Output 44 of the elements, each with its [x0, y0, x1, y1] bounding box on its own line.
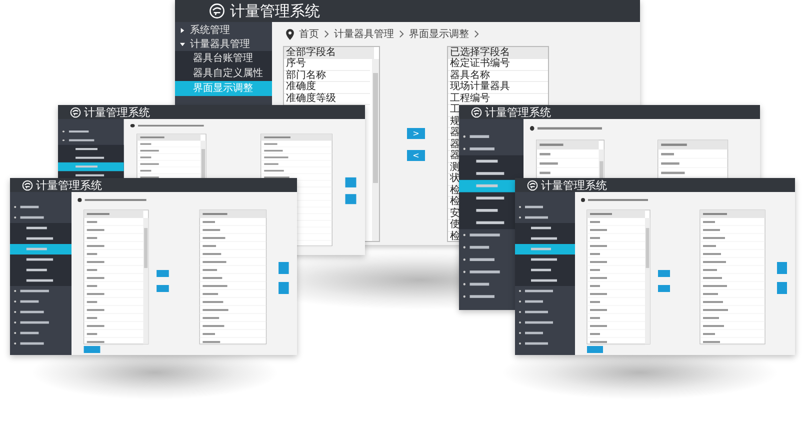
logo-icon — [471, 106, 482, 118]
list-item[interactable]: 工 — [450, 105, 460, 116]
list-item[interactable]: 器 — [450, 140, 460, 150]
logo-icon — [22, 180, 33, 190]
location-pin-icon — [286, 28, 294, 40]
caret-down-icon — [180, 42, 185, 46]
scrollbar[interactable] — [372, 59, 379, 241]
window-title: 计量管理系统 — [485, 105, 551, 120]
list-item[interactable]: 检 — [450, 186, 460, 196]
chevron-right-icon — [399, 30, 404, 38]
logo-icon — [209, 3, 225, 19]
list-item[interactable]: 测 — [450, 162, 460, 173]
list-item[interactable]: 规 — [450, 116, 460, 127]
chevron-right-icon — [324, 30, 329, 38]
list-item[interactable]: 检定证书编号 — [450, 59, 510, 70]
list-item[interactable]: 准确度 — [286, 82, 316, 92]
window-title: 计量管理系统 — [84, 105, 150, 120]
logo-icon — [527, 180, 538, 190]
list-item[interactable]: 工程编号 — [450, 94, 490, 104]
list-item[interactable]: 检 — [450, 197, 460, 208]
breadcrumb-link[interactable]: 首页 — [299, 27, 319, 41]
list-item[interactable]: 准确度等级 — [286, 94, 336, 104]
window-title: 计量管理系统 — [230, 2, 320, 20]
list-item[interactable]: 现场计量器具 — [450, 82, 510, 92]
chevron-right-icon — [474, 30, 479, 38]
list-item[interactable]: 器具名称 — [450, 70, 490, 81]
sidebar-subitem[interactable]: 器具自定义属性 — [175, 66, 272, 81]
sidebar-item[interactable]: 计量器具管理 — [175, 37, 272, 51]
logo-icon — [70, 106, 81, 118]
list-item[interactable]: 安 — [450, 208, 460, 219]
list-item[interactable]: 状 — [450, 174, 460, 184]
breadcrumb-link[interactable]: 界面显示调整 — [409, 27, 469, 41]
list-item[interactable]: 器 — [450, 151, 460, 162]
sidebar-item[interactable]: 系统管理 — [175, 23, 272, 37]
list-item[interactable]: 部门名称 — [286, 70, 326, 81]
caret-right-icon — [180, 28, 185, 32]
list-item[interactable]: 检 — [450, 232, 460, 241]
list-item[interactable]: 器 — [450, 128, 460, 138]
breadcrumb-link[interactable]: 计量器具管理 — [334, 27, 394, 41]
window-title: 计量管理系统 — [541, 178, 607, 192]
window-title: 计量管理系统 — [36, 178, 102, 192]
list-item[interactable]: 序号 — [286, 59, 306, 70]
sidebar-subitem[interactable]: 器具台账管理 — [175, 51, 272, 66]
list-item[interactable]: 使 — [450, 220, 460, 230]
